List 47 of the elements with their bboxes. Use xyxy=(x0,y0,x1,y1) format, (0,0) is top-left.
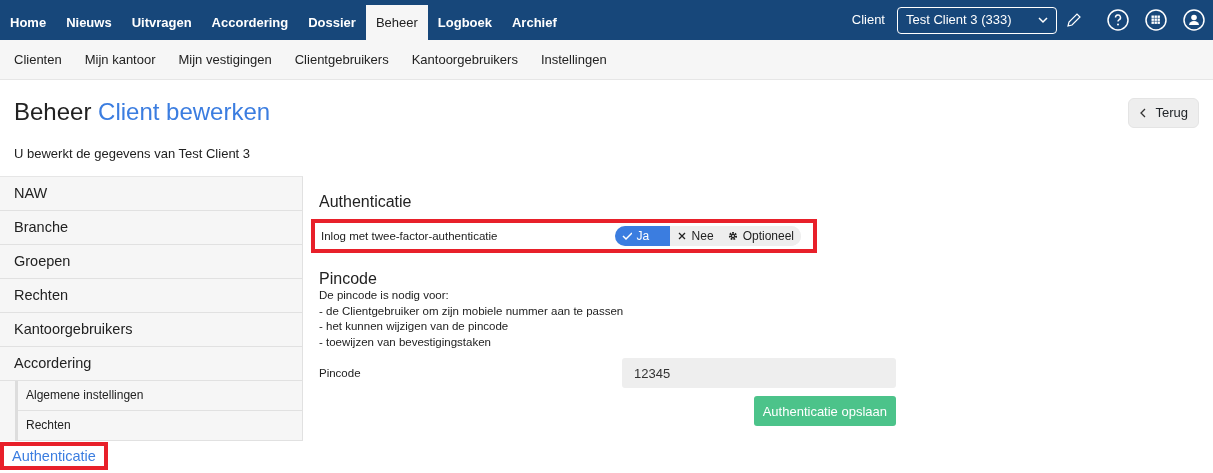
section-heading: Authenticatie xyxy=(319,192,413,212)
sidebar-item[interactable]: Authenticatie xyxy=(12,448,96,464)
sidebar-item[interactable]: Kantoorgebruikers xyxy=(0,313,302,347)
nav-tab[interactable]: Archief xyxy=(502,5,567,40)
nav-tab[interactable]: Beheer xyxy=(365,5,428,40)
page-title: Beheer Client bewerken xyxy=(14,98,271,127)
pencil-icon[interactable] xyxy=(1065,11,1083,29)
sidebar-item[interactable]: NAW xyxy=(0,177,302,211)
user-icon[interactable] xyxy=(1183,9,1205,31)
sidebar-item[interactable]: Accordering xyxy=(0,347,302,381)
pincode-field[interactable]: 12345 xyxy=(622,358,896,389)
description-text: - het kunnen wijzigen van de pincode xyxy=(319,319,510,335)
client-label: Client xyxy=(851,11,885,30)
subnav-link[interactable]: Kantoorgebruikers xyxy=(411,49,518,70)
field-label: Inlog met twee-factor-authenticatie xyxy=(321,228,498,244)
intro-text: U bewerkt de gegevens van Test Client 3 xyxy=(14,145,252,163)
sidebar-item[interactable]: Branche xyxy=(0,211,302,245)
client-select[interactable]: Test Client 3 (333) xyxy=(897,6,1057,34)
sidebar-item[interactable]: Algemene instellingen xyxy=(18,381,302,411)
check-icon xyxy=(621,231,632,242)
description-text: De pincode is nodig voor: xyxy=(319,288,450,304)
sidebar-item[interactable]: Groepen xyxy=(0,245,302,279)
sidebar-item[interactable]: Rechten xyxy=(0,279,302,313)
back-button[interactable]: Terug xyxy=(1128,98,1199,128)
nav-tab[interactable]: Accordering xyxy=(201,5,299,40)
nav-tab[interactable]: Dossier xyxy=(298,5,366,40)
gear-icon xyxy=(727,231,738,242)
nav-tab[interactable]: Logboek xyxy=(427,5,502,40)
sidebar-item[interactable]: Rechten xyxy=(18,411,302,441)
nav-tab[interactable]: Uitvragen xyxy=(121,5,202,40)
toggle-option[interactable]: Ja xyxy=(614,226,670,247)
description-text: - de Clientgebruiker om zijn mobiele nummer aan te passen xyxy=(319,303,625,319)
close-icon xyxy=(676,231,687,242)
apps-grid-icon[interactable] xyxy=(1145,9,1167,31)
help-icon[interactable] xyxy=(1107,9,1129,31)
subnav-link[interactable]: Mijn vestigingen xyxy=(178,49,272,70)
subnav-link[interactable]: Clienten xyxy=(14,49,62,70)
subnav-link[interactable]: Instellingen xyxy=(540,49,607,70)
nav-tab[interactable]: Nieuws xyxy=(56,5,122,40)
section-heading: Pincode xyxy=(319,269,378,289)
field-label: Pincode xyxy=(319,365,361,381)
nav-tab[interactable]: Home xyxy=(0,5,57,40)
chevron-down-icon xyxy=(1038,15,1048,25)
chevron-left-icon xyxy=(1139,108,1148,118)
description-text: - toewijzen van bevestigingstaken xyxy=(319,334,492,350)
subnav-link[interactable]: Clientgebruikers xyxy=(294,49,389,70)
subnav-link[interactable]: Mijn kantoor xyxy=(84,49,156,70)
